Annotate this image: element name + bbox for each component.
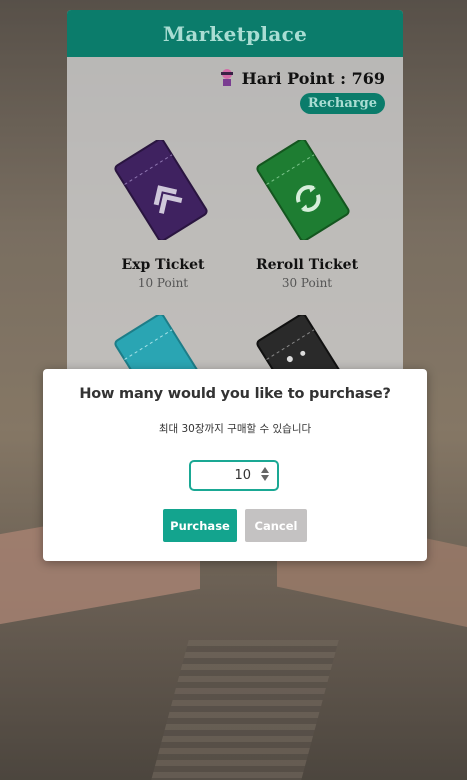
cancel-button[interactable]: Cancel — [245, 509, 307, 542]
recharge-button[interactable]: Recharge — [299, 93, 385, 114]
reroll-ticket-icon — [256, 140, 350, 240]
character-avatar-icon — [218, 68, 236, 88]
purchase-dialog: How many would you like to purchase? 최대 … — [43, 369, 427, 561]
ticket-price: 30 Point — [281, 276, 333, 290]
dialog-title: How many would you like to purchase? — [79, 386, 391, 402]
stepper-down-icon[interactable] — [261, 475, 269, 481]
points-text: Hari Point : 769 — [241, 68, 385, 88]
ticket-name: Reroll Ticket — [255, 257, 359, 273]
stepper-up-icon[interactable] — [261, 467, 269, 473]
points-display: Hari Point : 769 — [218, 68, 385, 88]
quantity-stepper[interactable] — [261, 467, 269, 481]
marketplace-panel: Marketplace Hari Point : 769 Recharge Ex… — [67, 10, 403, 390]
marketplace-header: Marketplace — [67, 10, 403, 57]
dialog-subtitle: 최대 30장까지 구매할 수 있습니다 — [158, 423, 312, 435]
purchase-button[interactable]: Purchase — [163, 509, 237, 542]
quantity-input[interactable]: 10 — [189, 460, 279, 491]
ticket-price: 10 Point — [137, 276, 189, 290]
marketplace-title: Marketplace — [162, 21, 308, 46]
ticket-name: Exp Ticket — [121, 257, 205, 273]
reroll-ticket-card[interactable] — [253, 140, 350, 240]
quantity-value: 10 — [234, 468, 251, 483]
exp-ticket-icon — [114, 140, 208, 240]
exp-ticket-card[interactable] — [111, 140, 208, 240]
